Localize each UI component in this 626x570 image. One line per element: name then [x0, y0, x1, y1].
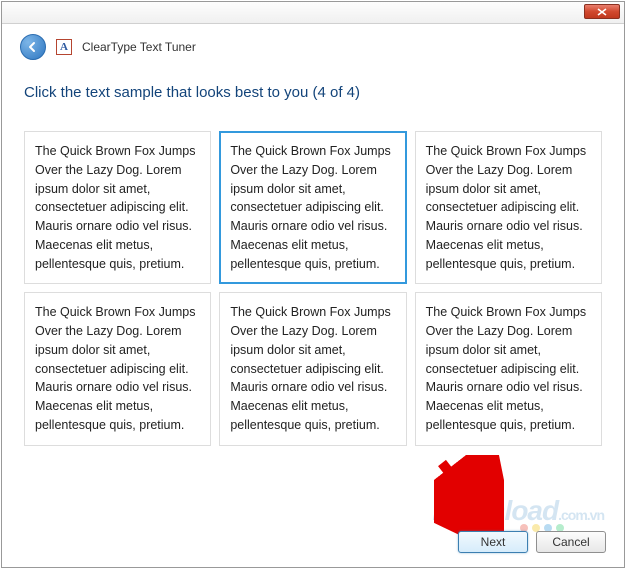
- titlebar: [2, 2, 624, 24]
- annotation-arrow-icon: [434, 455, 504, 535]
- header-row: A ClearType Text Tuner: [2, 24, 624, 62]
- text-sample-3[interactable]: The Quick Brown Fox Jumps Over the Lazy …: [415, 131, 602, 284]
- text-sample-4[interactable]: The Quick Brown Fox Jumps Over the Lazy …: [24, 292, 211, 445]
- wizard-window: A ClearType Text Tuner Click the text sa…: [1, 1, 625, 568]
- text-sample-5[interactable]: The Quick Brown Fox Jumps Over the Lazy …: [219, 292, 406, 445]
- next-button[interactable]: Next: [458, 531, 528, 553]
- text-sample-6[interactable]: The Quick Brown Fox Jumps Over the Lazy …: [415, 292, 602, 445]
- app-icon: A: [56, 39, 72, 55]
- text-sample-2[interactable]: The Quick Brown Fox Jumps Over the Lazy …: [219, 131, 406, 284]
- page-heading: Click the text sample that looks best to…: [24, 84, 602, 101]
- close-icon: [597, 8, 607, 16]
- back-arrow-icon: [26, 40, 40, 54]
- text-sample-1[interactable]: The Quick Brown Fox Jumps Over the Lazy …: [24, 131, 211, 284]
- close-button[interactable]: [584, 4, 620, 19]
- content-area: Click the text sample that looks best to…: [2, 62, 624, 446]
- window-title: ClearType Text Tuner: [82, 40, 196, 54]
- sample-grid: The Quick Brown Fox Jumps Over the Lazy …: [24, 131, 602, 446]
- watermark: Download.com.vn: [432, 495, 604, 527]
- button-row: Next Cancel: [458, 531, 606, 553]
- cancel-button[interactable]: Cancel: [536, 531, 606, 553]
- back-button[interactable]: [20, 34, 46, 60]
